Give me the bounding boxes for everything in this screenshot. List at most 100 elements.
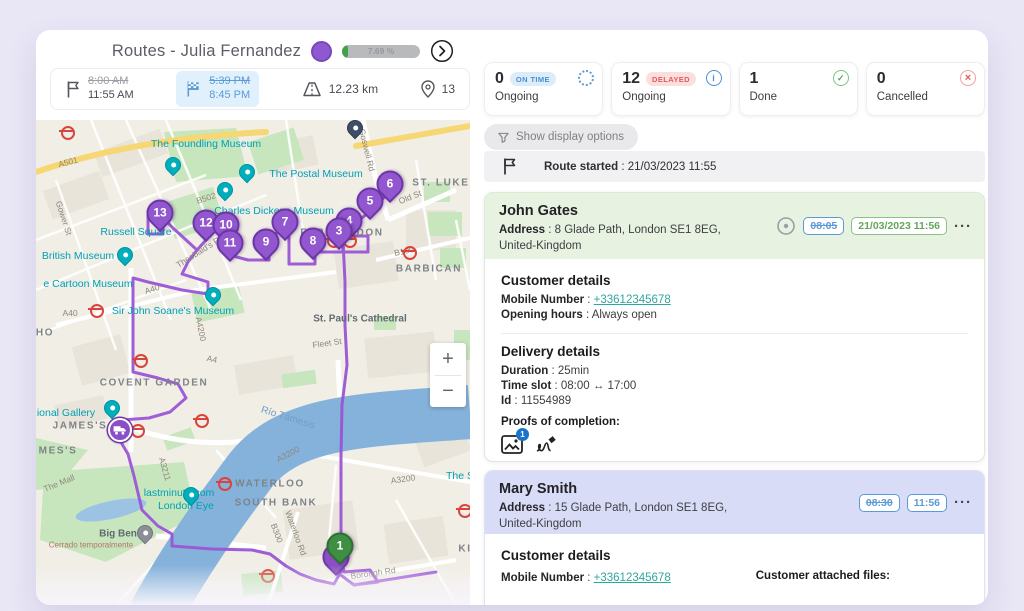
map-label: Big Ben xyxy=(99,529,137,540)
route-started-banner: Route started : 21/03/2023 11:55 xyxy=(484,151,985,182)
mobile-number-link[interactable]: +33612345678 xyxy=(594,294,671,306)
location-pin-icon xyxy=(421,80,435,98)
map-label: WATERLOO xyxy=(235,479,305,490)
progress-value: 7.69 % xyxy=(342,45,420,58)
underground-roundel-icon xyxy=(457,504,469,516)
section-divider xyxy=(501,333,968,334)
route-progress-bar: 7.69 % xyxy=(342,45,420,58)
mobile-label: Mobile Number xyxy=(501,294,584,306)
marker-number: 3 xyxy=(326,218,353,243)
underground-roundel-icon xyxy=(194,414,206,426)
zoom-out-button[interactable]: − xyxy=(430,376,466,408)
map-label: St. Paul's Cathedral xyxy=(313,314,407,325)
actual-start-time: 11:55 AM xyxy=(88,89,134,103)
map-label: ST. LUKE'S xyxy=(412,178,470,189)
separator: : xyxy=(548,365,558,377)
marker-number: 11 xyxy=(217,230,244,255)
more-options-button[interactable]: ··· xyxy=(954,494,972,511)
target-icon xyxy=(776,216,796,236)
scheduled-time-badge: 08:05 xyxy=(803,217,844,235)
map-label: BARBICAN xyxy=(396,264,462,275)
status-card-delayed[interactable]: 12 DELAYED Ongoing i xyxy=(611,62,730,116)
stop-marker[interactable]: 6 xyxy=(377,171,404,198)
signature-proof-button[interactable] xyxy=(535,435,557,459)
stop-marker[interactable]: 8 xyxy=(300,228,327,255)
stop-marker[interactable]: 13 xyxy=(147,200,174,227)
poi-pin-icon xyxy=(239,164,255,180)
stop-marker[interactable]: 7 xyxy=(272,209,299,236)
map-label: KI xyxy=(458,544,470,555)
stop-marker[interactable]: 11 xyxy=(217,230,244,257)
stop-marker[interactable]: 3 xyxy=(326,218,353,245)
separator: : xyxy=(584,572,594,584)
show-display-options-button[interactable]: Show display options xyxy=(484,124,638,150)
map-label: MES'S xyxy=(39,446,78,457)
status-summary-row: 0 ON TIME Ongoing 12 DELAYED Ongoing i 1… xyxy=(484,62,985,116)
proofs-row: 1 xyxy=(501,435,968,459)
timeslot-value: 08:00 ↔ 17:00 xyxy=(561,380,636,392)
map-zoom-control: + − xyxy=(430,343,466,407)
status-card-done[interactable]: 1 Done ✓ xyxy=(739,62,858,116)
page-title: Routes - Julia Fernandez xyxy=(112,42,301,61)
cancelled-count: 0 xyxy=(877,70,886,88)
stop-header[interactable]: Mary Smith Address : 15 Glade Path, Lond… xyxy=(485,471,984,534)
poi-pin-icon xyxy=(104,400,120,416)
status-card-cancelled[interactable]: 0 Cancelled × xyxy=(866,62,985,116)
mobile-label: Mobile Number xyxy=(501,572,584,584)
poi-pin-icon xyxy=(183,487,199,503)
stop-card-mary-smith: Mary Smith Address : 15 Glade Path, Lond… xyxy=(484,470,985,605)
poi-pin-icon xyxy=(117,247,133,263)
cancelled-label: Cancelled xyxy=(877,91,974,103)
route-detail-panel[interactable]: 0 ON TIME Ongoing 12 DELAYED Ongoing i 1… xyxy=(484,30,985,605)
distance-value: 12.23 km xyxy=(329,82,378,96)
route-map[interactable]: The Foundling MuseumThe Postal MuseumCha… xyxy=(36,120,470,605)
screen: Routes - Julia Fernandez 7.69 % 8:00 AM … xyxy=(0,0,1024,611)
end-time-stat[interactable]: 5:39 PM 8:45 PM xyxy=(176,71,259,107)
more-options-button[interactable]: ··· xyxy=(954,218,972,235)
stop-marker[interactable]: 1 xyxy=(327,533,354,560)
map-label: lastminute.com xyxy=(144,487,215,499)
status-card-ontime[interactable]: 0 ON TIME Ongoing xyxy=(484,62,603,116)
map-label: SOUTH BANK xyxy=(235,498,318,509)
routes-window: Routes - Julia Fernandez 7.69 % 8:00 AM … xyxy=(36,30,988,605)
route-header: Routes - Julia Fernandez 7.69 % xyxy=(36,30,470,66)
duration-label: Duration xyxy=(501,365,548,377)
vehicle-marker[interactable] xyxy=(108,418,132,442)
map-label: A40 xyxy=(62,308,77,318)
stop-header[interactable]: John Gates Address : 8 Glade Path, Londo… xyxy=(485,193,984,259)
timeslot-label: Time slot xyxy=(501,380,551,392)
attached-files-label: Customer attached files: xyxy=(756,569,968,587)
cancel-circle-icon: × xyxy=(960,70,976,86)
map-label: The Postal Museum xyxy=(269,168,362,180)
marker-number: 7 xyxy=(272,209,299,234)
mobile-number-link[interactable]: +33612345678 xyxy=(594,572,671,584)
zoom-in-button[interactable]: + xyxy=(430,343,466,375)
separator: : xyxy=(511,395,521,407)
underground-roundel-icon xyxy=(133,354,145,366)
address-line2: United-Kingdom xyxy=(499,518,581,530)
done-label: Done xyxy=(750,91,847,103)
expand-route-button[interactable] xyxy=(430,39,454,63)
chevron-right-icon xyxy=(430,39,454,63)
duration-value: 25min xyxy=(558,365,589,377)
delayed-badge: DELAYED xyxy=(646,72,696,86)
map-label: The Foundling Museum xyxy=(151,138,261,150)
filter-icon xyxy=(498,132,509,143)
map-label: A4 xyxy=(206,353,218,365)
eta-time-badge: 11:56 xyxy=(907,494,947,512)
poi-pin-icon xyxy=(217,182,233,198)
customer-details-heading: Customer details xyxy=(501,548,968,563)
done-count: 1 xyxy=(750,70,759,88)
separator: : xyxy=(618,161,628,173)
separator: : xyxy=(545,502,555,514)
marker-number: 1 xyxy=(327,533,354,558)
photo-proof-button[interactable]: 1 xyxy=(501,435,523,459)
delivery-details-heading: Delivery details xyxy=(501,344,968,359)
separator: : xyxy=(583,309,592,321)
map-label: COVENT GARDEN xyxy=(100,378,209,389)
address-line2: United-Kingdom xyxy=(499,240,581,252)
delayed-count: 12 xyxy=(622,70,640,88)
address-line1: 8 Glade Path, London SE1 8EG, xyxy=(555,224,721,236)
map-label: Cerrado temporalmente xyxy=(49,541,133,550)
map-label: e Cartoon Museum xyxy=(43,278,132,290)
